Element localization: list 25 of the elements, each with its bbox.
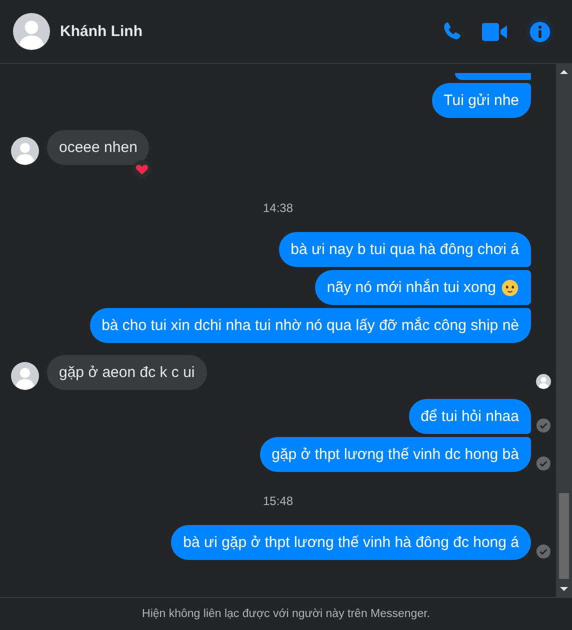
seen-avatar-icon — [536, 374, 551, 389]
message-text: bà ưi nay b tui qua hà đông chơi á — [290, 240, 519, 259]
message-text: bà ưi gặp ở thpt lương thế vinh hà đông đc hong á — [183, 533, 519, 552]
message-text: bà cho tui xin dchi nha tui nhờ nó qua lấy đỡ mắc công ship nè — [102, 316, 519, 335]
notice-text: Hiện không liên lạc được với người này trên Messenger. — [142, 608, 430, 620]
message-text: Tui gửi nhe — [444, 91, 519, 110]
message-text: gặp ở thpt lương thế vinh dc hong bà — [272, 445, 519, 464]
message-text: oceee nhen — [59, 138, 138, 157]
message-text: để tui hỏi nhaa — [420, 407, 519, 426]
scroll-thumb[interactable] — [559, 493, 569, 579]
check-icon — [536, 418, 551, 433]
check-icon — [536, 456, 551, 471]
video-camera-icon[interactable] — [482, 22, 508, 42]
avatar-icon — [11, 362, 39, 390]
heart-reaction-icon[interactable] — [133, 160, 152, 178]
message-text: nãy nó mới nhắn tui xong — [326, 278, 496, 297]
timestamp: 14:38 — [262, 201, 294, 215]
avatar-icon[interactable] — [13, 13, 50, 50]
info-button[interactable] — [526, 18, 554, 46]
timestamp: 15:48 — [262, 494, 294, 508]
scrollbar[interactable] — [556, 64, 572, 597]
check-icon — [536, 544, 551, 559]
avatar-icon — [11, 137, 39, 165]
message-text: gặp ở aeon đc k c ui — [59, 363, 195, 382]
contact-name[interactable]: Khánh Linh — [60, 23, 142, 40]
